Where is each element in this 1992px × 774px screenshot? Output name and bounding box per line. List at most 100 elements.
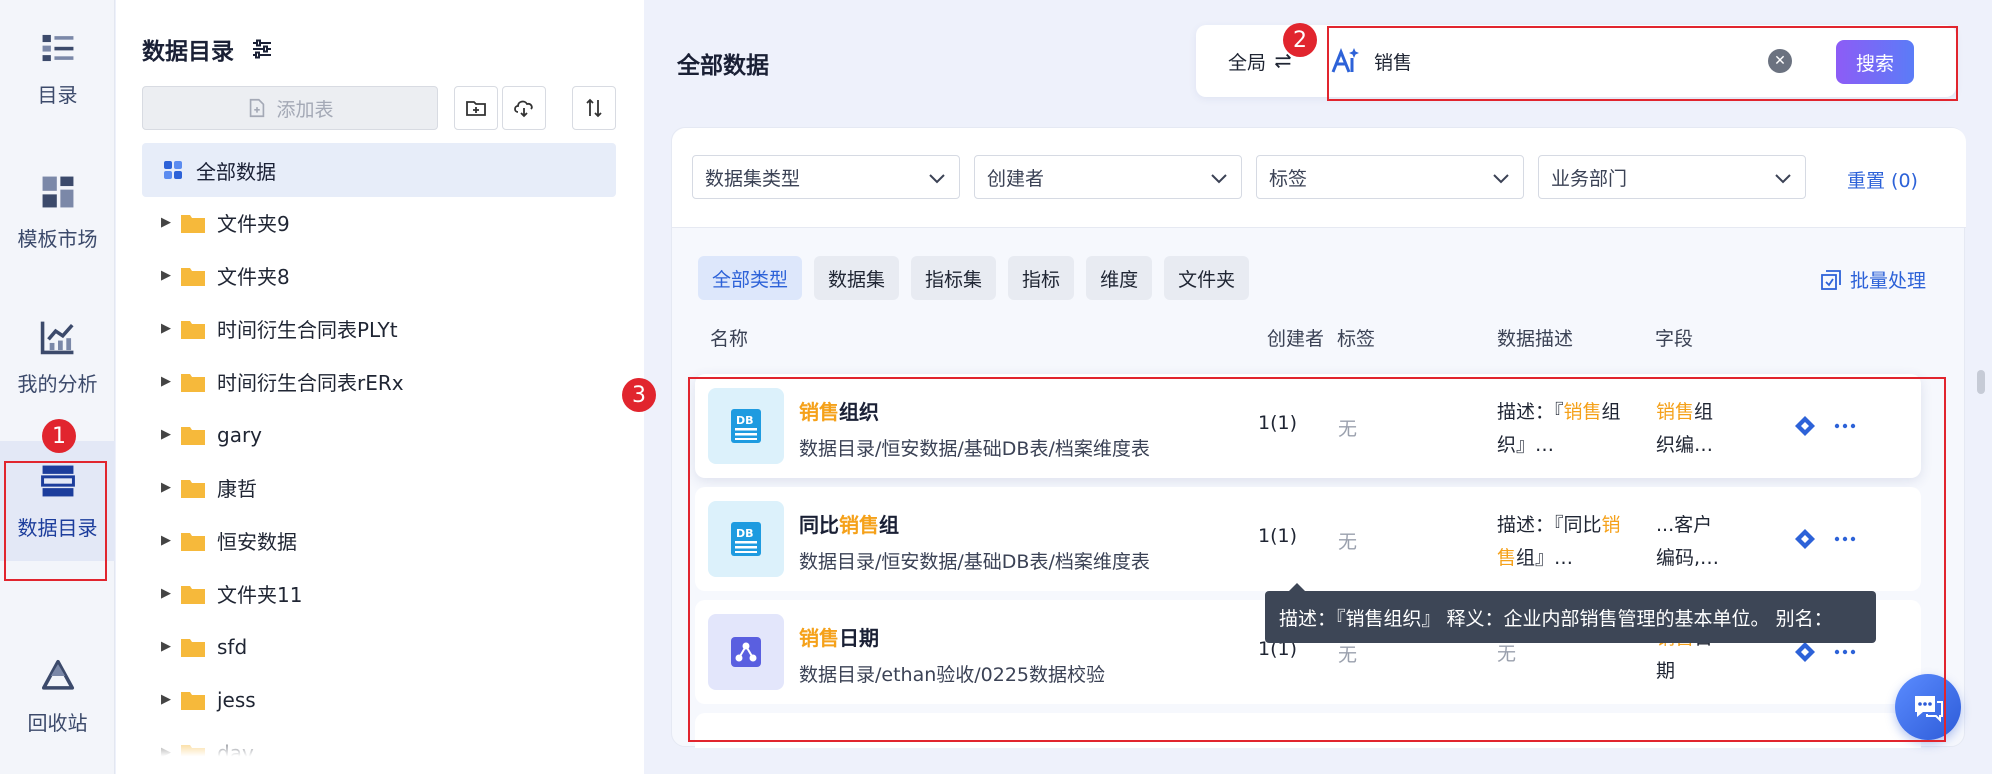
- sort-button[interactable]: [572, 86, 616, 130]
- tree-folder[interactable]: ▶ 文件夹11: [142, 567, 616, 620]
- search-field: ✕ 搜索: [1308, 25, 1938, 97]
- row-tags: 无: [1338, 531, 1358, 553]
- desc-text: 描述：『同比: [1497, 514, 1602, 536]
- expand-caret-icon[interactable]: ▶: [142, 215, 180, 230]
- import-button[interactable]: [502, 86, 546, 130]
- column-creator: 创建者: [1267, 328, 1325, 350]
- row-creator: 1(1): [1258, 525, 1298, 547]
- more-options-icon[interactable]: [1833, 640, 1857, 664]
- add-table-button[interactable]: 添加表: [142, 86, 438, 130]
- column-fields: 字段: [1655, 328, 1694, 350]
- table-row[interactable]: DB 销售组织 数据目录/恒安数据/基础DB表/档案维度表 1(1) 无 描述：…: [695, 374, 1921, 478]
- rail-label: 回收站: [27, 710, 88, 735]
- filter-dataset-type[interactable]: 数据集类型: [692, 155, 960, 199]
- rail-item-template-market[interactable]: 模板市场: [0, 152, 115, 272]
- expand-caret-icon[interactable]: ▶: [142, 321, 180, 336]
- rail-item-data-catalog[interactable]: 数据目录: [0, 441, 115, 561]
- rail-label: 数据目录: [17, 515, 98, 540]
- filter-department[interactable]: 业务部门: [1538, 155, 1806, 199]
- db-table-icon: DB: [708, 388, 784, 464]
- tree-item-all-data[interactable]: 全部数据: [142, 143, 616, 197]
- folder-name: jess: [217, 687, 256, 712]
- lineage-icon[interactable]: [1793, 414, 1817, 438]
- lineage-icon[interactable]: [1793, 527, 1817, 551]
- description-tooltip: 描述：『销售组织』 释义：企业内部销售管理的基本单位。 别名：: [1265, 591, 1876, 643]
- rail-item-catalog[interactable]: 目录: [0, 8, 115, 128]
- more-options-icon[interactable]: [1833, 414, 1857, 438]
- clear-search-icon[interactable]: ✕: [1768, 49, 1792, 73]
- field-highlight: 销售: [1656, 401, 1695, 423]
- search-button[interactable]: 搜索: [1836, 40, 1914, 84]
- tree-folder[interactable]: ▶ gary: [142, 408, 616, 461]
- tree-folder[interactable]: ▶ sfd: [142, 620, 616, 673]
- icon-rail: 目录 模板市场 我的分析 数据目录 回收站: [0, 0, 115, 774]
- tree-folder[interactable]: ▶ 文件夹9: [142, 196, 616, 249]
- expand-caret-icon[interactable]: ▶: [142, 268, 180, 283]
- tooltip-arrow: [1289, 583, 1305, 591]
- tree-folder[interactable]: ▶ 时间衍生合同表rERx: [142, 355, 616, 408]
- expand-caret-icon[interactable]: ▶: [142, 692, 180, 707]
- data-catalog-icon: [40, 465, 75, 496]
- tab-folder[interactable]: 文件夹: [1164, 256, 1250, 300]
- tree-folder[interactable]: ▶ jess: [142, 673, 616, 726]
- new-folder-button[interactable]: [454, 86, 498, 130]
- tab-all-types[interactable]: 全部类型: [698, 256, 803, 300]
- filter-label: 数据集类型: [705, 167, 801, 190]
- row-tags: 无: [1338, 644, 1358, 666]
- rail-item-recycle-bin[interactable]: 回收站: [0, 636, 115, 756]
- reset-filters-link[interactable]: 重置 (0): [1847, 166, 1918, 193]
- all-data-grid-icon: [164, 161, 182, 179]
- expand-caret-icon[interactable]: ▶: [142, 639, 180, 654]
- expand-caret-icon[interactable]: ▶: [142, 480, 180, 495]
- lineage-icon[interactable]: [1793, 640, 1817, 664]
- chart-analysis-icon: [40, 321, 74, 354]
- expand-caret-icon[interactable]: ▶: [142, 533, 180, 548]
- filter-tags[interactable]: 标签: [1256, 155, 1524, 199]
- expand-caret-icon[interactable]: ▶: [142, 427, 180, 442]
- folder-name: sfd: [217, 634, 248, 659]
- more-options-icon[interactable]: [1833, 527, 1857, 551]
- rail-label: 模板市场: [17, 226, 98, 251]
- tree-folder[interactable]: ▶ 康哲: [142, 461, 616, 514]
- chat-assistant-button[interactable]: [1895, 674, 1961, 740]
- expand-caret-icon[interactable]: ▶: [142, 586, 180, 601]
- table-row[interactable]: DB 同比销售组 数据目录/恒安数据/基础DB表/档案维度表 1(1) 无 描述…: [695, 487, 1921, 591]
- tab-metric[interactable]: 指标: [1008, 256, 1075, 300]
- folder-name: 恒安数据: [217, 530, 297, 554]
- name-highlight: 销售: [799, 626, 839, 650]
- new-folder-icon: [466, 101, 486, 116]
- folder-name: 时间衍生合同表rERx: [217, 371, 404, 395]
- folder-icon: [181, 214, 205, 233]
- row-name[interactable]: 同比销售组: [799, 509, 899, 538]
- tree-folder[interactable]: ▶ 恒安数据: [142, 514, 616, 567]
- tab-dimension[interactable]: 维度: [1086, 256, 1153, 300]
- row-tags: 无: [1338, 418, 1358, 440]
- row-path: 数据目录/恒安数据/基础DB表/档案维度表: [799, 551, 1150, 573]
- tree-folder[interactable]: ▶ 文件夹8: [142, 249, 616, 302]
- tab-metric-set[interactable]: 指标集: [911, 256, 997, 300]
- catalog-tree-panel: 数据目录 添加表 全部数据 ▶ 文件夹9 ▶ 文件夹8 ▶ 时间衍生合同表PLY…: [116, 0, 644, 774]
- folder-icon: [181, 638, 205, 657]
- expand-caret-icon[interactable]: ▶: [142, 374, 180, 389]
- name-highlight: 销售: [839, 513, 879, 537]
- row-name[interactable]: 销售组织: [799, 396, 879, 425]
- tab-dataset[interactable]: 数据集: [814, 256, 900, 300]
- folder-tree: ▶ 文件夹9 ▶ 文件夹8 ▶ 时间衍生合同表PLYt ▶ 时间衍生合同表rERx ▶ g…: [142, 196, 616, 774]
- scrollbar[interactable]: [1977, 370, 1985, 394]
- folder-icon: [181, 426, 205, 445]
- svg-text:DB: DB: [736, 527, 754, 540]
- filter-settings-icon[interactable]: [250, 37, 274, 61]
- add-file-icon: [250, 98, 265, 118]
- filter-creator[interactable]: 创建者: [974, 155, 1242, 199]
- batch-process-button[interactable]: 批量处理: [1820, 266, 1926, 293]
- batch-edit-icon: [1821, 269, 1841, 290]
- search-input[interactable]: [1374, 50, 1794, 72]
- row-name[interactable]: 销售日期: [799, 622, 879, 651]
- batch-label: 批量处理: [1850, 270, 1927, 292]
- field-text: 期: [1656, 660, 1676, 682]
- rail-item-my-analysis[interactable]: 我的分析: [0, 297, 115, 417]
- tree-folder[interactable]: ▶ 时间衍生合同表PLYt: [142, 302, 616, 355]
- tree-fade-overlay: [142, 730, 616, 774]
- page-title: 全部数据: [677, 53, 769, 79]
- chevron-down-icon: [1493, 174, 1509, 184]
